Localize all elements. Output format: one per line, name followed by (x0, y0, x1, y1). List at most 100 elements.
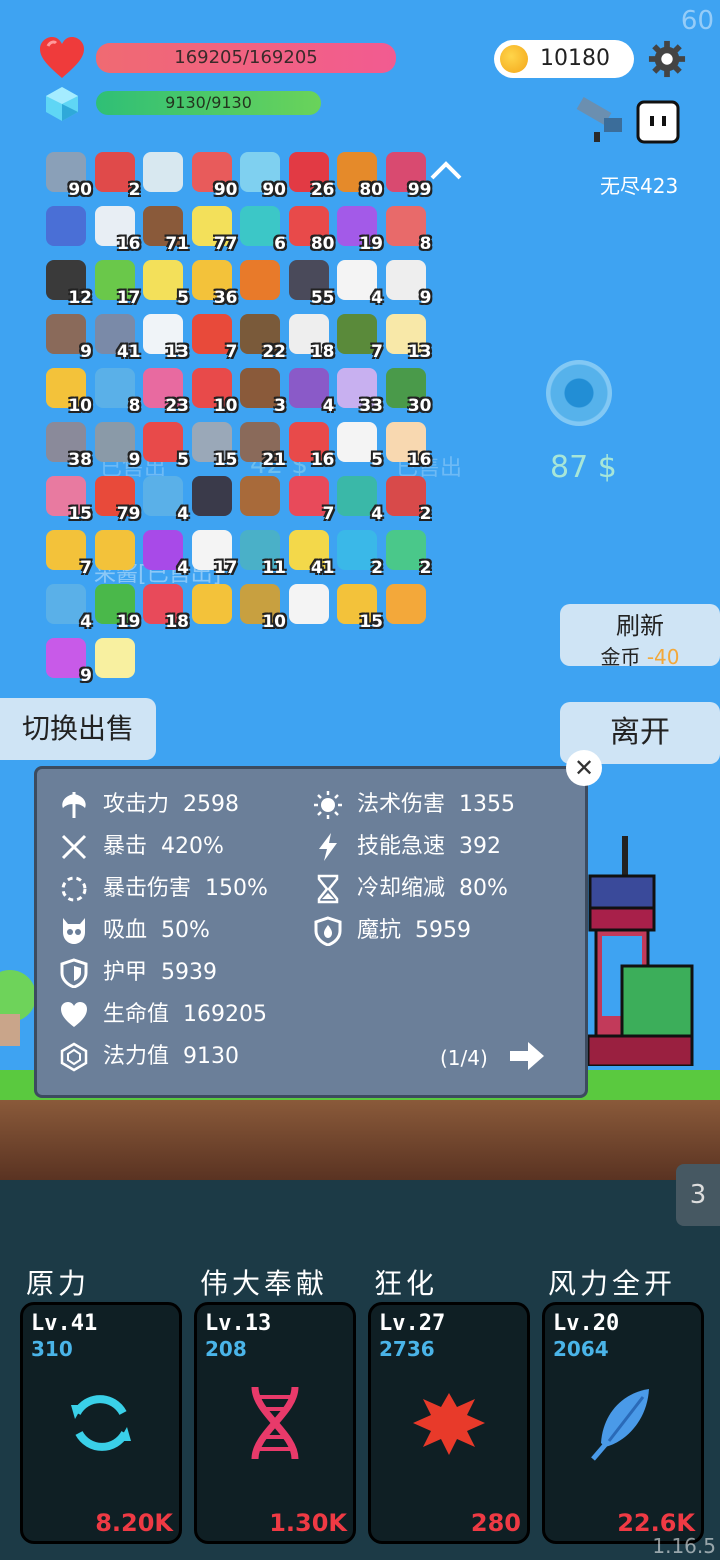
inventory-item[interactable] (285, 580, 333, 628)
inventory-item[interactable] (382, 580, 430, 628)
inventory-item[interactable]: 41 (285, 526, 335, 578)
inventory-item[interactable] (42, 202, 90, 250)
inventory-item[interactable]: 4 (333, 472, 383, 524)
inventory-item[interactable]: 22 (236, 310, 286, 362)
inventory-item[interactable]: 90 (236, 148, 286, 200)
inventory-item[interactable]: 4 (42, 580, 92, 632)
inventory-item[interactable]: 6 (236, 202, 286, 254)
inventory-item[interactable]: 10 (42, 364, 92, 416)
inventory-item[interactable]: 9 (91, 418, 141, 470)
inventory-item[interactable]: 13 (382, 310, 432, 362)
inventory-item[interactable]: 4 (333, 256, 383, 308)
inventory-item[interactable]: 4 (285, 364, 335, 416)
inventory-item[interactable]: 9 (42, 634, 92, 686)
inventory-item[interactable] (91, 634, 139, 682)
skill-card[interactable]: Lv.20 2064 22.6K (542, 1302, 704, 1544)
inventory-item[interactable]: 17 (188, 526, 238, 578)
inventory-item[interactable]: 7 (285, 472, 335, 524)
skill-title: 原力 (26, 1267, 91, 1300)
inventory-item[interactable]: 5 (139, 256, 189, 308)
inventory-item[interactable]: 9 (42, 310, 92, 362)
shop-item-slot[interactable] (546, 360, 612, 426)
inventory-item[interactable]: 36 (188, 256, 238, 308)
inventory-item[interactable]: 77 (188, 202, 238, 254)
inventory-item[interactable]: 80 (333, 148, 383, 200)
inventory-item[interactable] (188, 472, 236, 520)
ghost-pet-icon (636, 100, 680, 144)
item-count: 36 (213, 288, 238, 308)
inventory-item[interactable]: 10 (188, 364, 238, 416)
inventory-item[interactable]: 7 (42, 526, 92, 578)
inventory-item[interactable]: 38 (42, 418, 92, 470)
skill-card[interactable]: Lv.41 310 8.20K (20, 1302, 182, 1544)
inventory-item[interactable] (91, 526, 139, 574)
inventory-item[interactable]: 16 (91, 202, 141, 254)
settings-gear-icon[interactable] (648, 40, 686, 78)
inventory-item[interactable]: 17 (91, 256, 141, 308)
inventory-item[interactable]: 7 (333, 310, 383, 362)
inventory-item[interactable]: 18 (285, 310, 335, 362)
item-count: 21 (262, 450, 286, 470)
inventory-item[interactable]: 2 (91, 148, 141, 200)
inventory-item[interactable]: 3 (236, 364, 286, 416)
inventory-item[interactable]: 90 (188, 148, 238, 200)
inventory-item[interactable]: 12 (42, 256, 92, 308)
switch-sell-button[interactable]: 切换出售 (0, 698, 156, 760)
inventory-item[interactable]: 9 (382, 256, 432, 308)
inventory-item[interactable]: 41 (91, 310, 141, 362)
inventory-item[interactable]: 55 (285, 256, 335, 308)
inventory-item[interactable] (139, 148, 187, 196)
collapse-chevron-up-icon[interactable] (428, 158, 464, 182)
dirt-ground (0, 1100, 720, 1180)
inventory-item[interactable]: 16 (382, 418, 432, 470)
inventory-item[interactable]: 5 (333, 418, 383, 470)
inventory-item[interactable]: 15 (42, 472, 92, 524)
inventory-item[interactable]: 79 (91, 472, 141, 524)
close-stats-button[interactable]: ✕ (566, 750, 602, 786)
inventory-item[interactable] (236, 472, 284, 520)
inventory-item[interactable]: 13 (139, 310, 189, 362)
inventory-item[interactable]: 10 (236, 580, 286, 632)
skill-card[interactable]: Lv.27 2736 280 (368, 1302, 530, 1544)
inventory-item[interactable]: 71 (139, 202, 189, 254)
item-count: 23 (165, 396, 189, 416)
inventory-item[interactable]: 99 (382, 148, 432, 200)
skill-card[interactable]: Lv.13 208 1.30K (194, 1302, 356, 1544)
inventory-item[interactable]: 30 (382, 364, 432, 416)
inventory-item[interactable]: 2 (333, 526, 383, 578)
inventory-item[interactable]: 19 (91, 580, 141, 632)
inventory-item[interactable] (188, 580, 236, 628)
inventory-item[interactable]: 21 (236, 418, 286, 470)
item-icon (385, 584, 426, 624)
skill-title: 伟大奉献 (200, 1267, 329, 1300)
stat-label: 技能急速 392 (357, 834, 502, 859)
item-count: 10 (68, 396, 92, 416)
inventory-item[interactable]: 19 (333, 202, 383, 254)
inventory-item[interactable]: 5 (139, 418, 189, 470)
inventory-item[interactable]: 18 (139, 580, 189, 632)
inventory-item[interactable]: 4 (139, 526, 189, 578)
inventory-item[interactable]: 2 (382, 526, 432, 578)
inventory-item[interactable]: 80 (285, 202, 335, 254)
side-counter-tab[interactable]: 3 (676, 1164, 720, 1226)
inventory-item[interactable]: 4 (139, 472, 189, 524)
inventory-item[interactable]: 15 (188, 418, 238, 470)
lifesteal-skull-icon (63, 918, 85, 944)
inventory-item[interactable]: 16 (285, 418, 335, 470)
refresh-shop-button[interactable]: 刷新 金币 -40 (560, 604, 720, 669)
inventory-item[interactable]: 23 (139, 364, 189, 416)
inventory-item[interactable]: 11 (236, 526, 286, 578)
inventory-item[interactable]: 7 (188, 310, 238, 362)
health-heart-icon (40, 37, 84, 78)
inventory-item[interactable]: 90 (42, 148, 92, 200)
next-page-arrow-icon[interactable] (510, 1040, 546, 1072)
inventory-item[interactable]: 15 (333, 580, 383, 632)
inventory-item[interactable]: 26 (285, 148, 335, 200)
inventory-item[interactable]: 33 (333, 364, 383, 416)
inventory-item[interactable] (236, 256, 284, 304)
item-count: 77 (213, 234, 238, 254)
inventory-item[interactable]: 8 (91, 364, 141, 416)
inventory-item[interactable]: 8 (382, 202, 432, 254)
stat-label: 攻击力 2598 (103, 792, 240, 817)
inventory-item[interactable]: 2 (382, 472, 432, 524)
